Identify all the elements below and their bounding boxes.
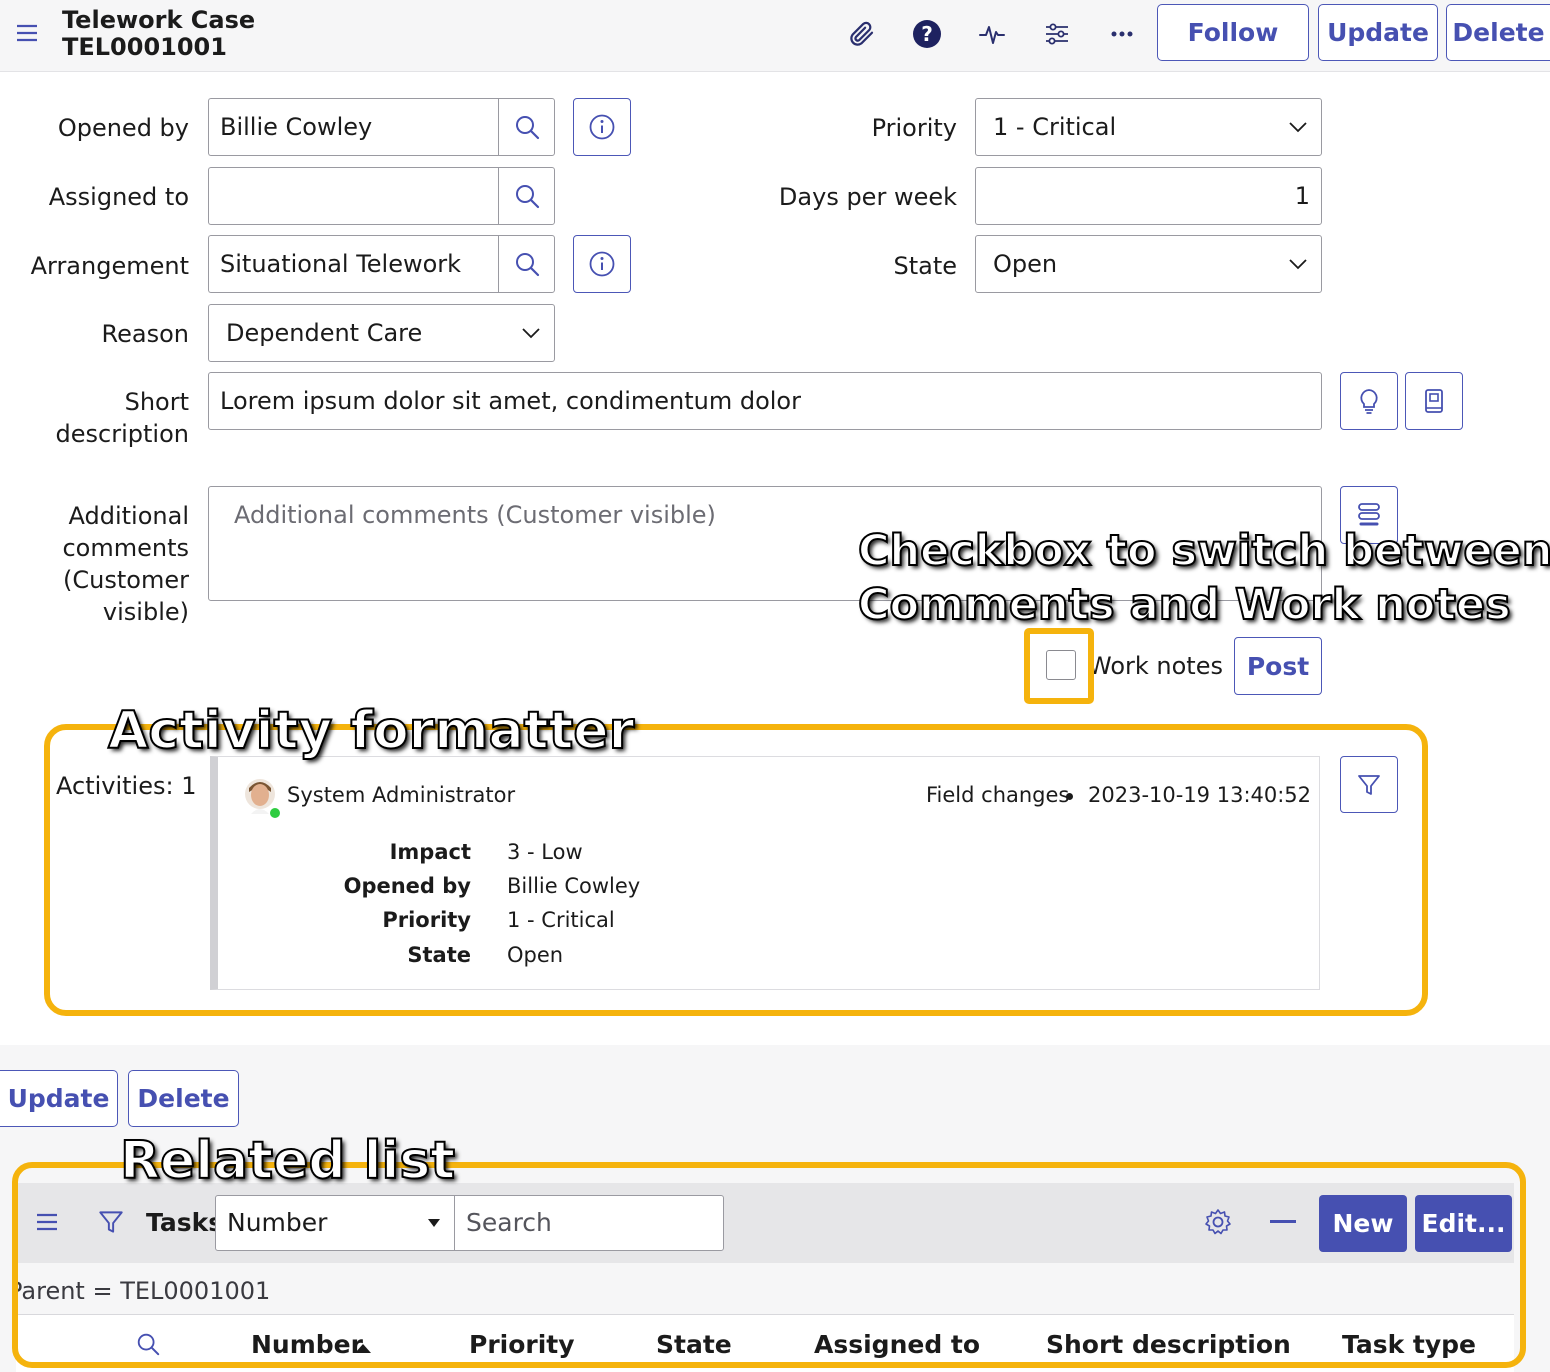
arrangement-field[interactable]: Situational Telework [208,235,499,293]
label-line: description [55,420,189,448]
state-select[interactable]: Open [975,235,1322,293]
post-button[interactable]: Post [1234,637,1322,695]
label-line: Additional [68,502,189,530]
priority-value: 1 - Critical [993,113,1117,141]
reason-value: Dependent Care [226,319,423,347]
search-icon[interactable] [498,98,555,156]
related-list-annotation: Related list [119,1130,456,1192]
assigned-to-label: Assigned to [48,183,189,211]
label-line: (Customer [63,566,189,594]
checkbox-highlight [1024,628,1094,704]
opened-by-field[interactable]: Billie Cowley [208,98,499,156]
days-per-week-field[interactable]: 1 [975,167,1322,225]
search-icon[interactable] [498,235,555,293]
annotation-line: Checkbox to switch between [857,525,1550,577]
chevron-down-icon [1289,122,1307,133]
info-icon[interactable] [573,235,631,293]
short-description-field[interactable]: Lorem ipsum dolor sit amet, condimentum … [208,372,1322,430]
record-number: TEL0001001 [62,33,227,61]
lightbulb-icon[interactable] [1340,372,1398,430]
info-icon[interactable] [573,98,631,156]
label-line: Short [124,388,189,416]
short-description-label: Short description [20,386,189,450]
work-notes-label: Work notes [1088,652,1223,680]
additional-comments-label: Additional comments (Customer visible) [20,500,189,628]
opened-by-label: Opened by [57,114,189,142]
delete-button[interactable]: Delete [128,1070,239,1127]
arrangement-label: Arrangement [30,252,189,280]
checkbox-annotation: Checkbox to switch between Comments and … [857,524,1550,632]
more-icon[interactable] [1104,16,1140,52]
attachment-icon[interactable] [844,16,880,52]
priority-select[interactable]: 1 - Critical [975,98,1322,156]
activity-highlight [44,724,1428,1016]
annotation-line: Comments and Work notes [857,579,1512,631]
priority-label: Priority [871,114,957,142]
reason-label: Reason [101,320,189,348]
reason-select[interactable]: Dependent Care [208,304,555,362]
activity-annotation: Activity formatter [107,700,635,762]
knowledge-book-icon[interactable] [1405,372,1463,430]
chevron-down-icon [1289,259,1307,270]
delete-button[interactable]: Delete [1446,4,1550,61]
days-per-week-label: Days per week [778,183,957,211]
state-label: State [893,252,957,280]
state-value: Open [993,250,1058,278]
follow-button[interactable]: Follow [1157,4,1309,61]
label-line: visible) [102,598,189,626]
search-icon[interactable] [498,167,555,225]
help-icon[interactable]: ? [909,16,945,52]
label-line: comments [62,534,189,562]
chevron-down-icon [522,328,540,339]
record-type-title: Telework Case [62,6,256,34]
update-button[interactable]: Update [0,1070,118,1127]
assigned-to-field[interactable] [208,167,499,225]
svg-text:?: ? [921,22,933,46]
activity-pulse-icon[interactable] [974,16,1010,52]
related-list-highlight [12,1162,1526,1368]
personalize-icon[interactable] [1039,16,1075,52]
menu-icon[interactable] [14,20,40,46]
update-button[interactable]: Update [1318,4,1438,61]
